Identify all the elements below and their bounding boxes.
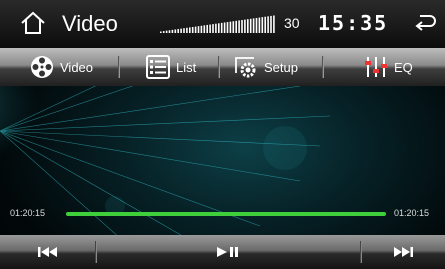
volume-bar xyxy=(162,31,165,33)
volume-bar xyxy=(238,20,240,33)
volume-bar xyxy=(226,22,229,33)
volume-level-bars[interactable] xyxy=(158,15,276,34)
volume-bar xyxy=(267,16,269,33)
previous-icon xyxy=(37,247,57,257)
playback-controls xyxy=(0,235,445,269)
menu-item-label: EQ xyxy=(394,59,413,75)
menu-divider xyxy=(322,56,323,78)
clock: 15:35 xyxy=(318,11,389,35)
elapsed-time: 01:20:15 xyxy=(10,208,46,218)
volume-bar xyxy=(249,18,252,33)
menu-item-label: List xyxy=(176,59,197,75)
volume-bar xyxy=(171,29,174,33)
menu-divider xyxy=(118,56,119,78)
volume-value: 30 xyxy=(284,15,300,31)
equalizer-icon xyxy=(365,57,387,77)
film-reel-icon xyxy=(31,56,53,78)
volume-bar xyxy=(180,28,182,33)
volume-bar xyxy=(200,25,203,33)
next-button[interactable] xyxy=(361,235,445,269)
volume-bar xyxy=(194,26,197,33)
volume-bar xyxy=(273,15,275,33)
settings-gear-icon xyxy=(235,57,256,78)
volume-bar xyxy=(215,23,217,33)
volume-bar xyxy=(218,23,220,33)
progress-fill xyxy=(66,212,386,216)
volume-bar xyxy=(261,17,264,33)
volume-bar xyxy=(186,27,188,33)
volume-bar xyxy=(177,29,179,33)
video-player-screen: Video 30 15:35 Video List Setup EQ 01:20… xyxy=(0,0,445,269)
progress-bar[interactable] xyxy=(66,212,386,216)
menu-item-label: Video xyxy=(60,59,94,75)
volume-bar xyxy=(220,22,223,33)
volume-bar xyxy=(241,20,243,33)
list-icon xyxy=(146,55,170,79)
volume-bar xyxy=(232,21,235,33)
volume-bar xyxy=(235,20,237,33)
volume-bar xyxy=(229,21,232,33)
volume-bar xyxy=(252,18,255,33)
previous-button[interactable] xyxy=(0,235,95,269)
play-pause-button[interactable] xyxy=(96,235,360,269)
volume-bar xyxy=(244,19,246,33)
page-title: Video xyxy=(62,11,118,36)
volume-bar xyxy=(255,17,258,33)
volume-bar xyxy=(168,30,171,33)
back-icon[interactable] xyxy=(414,12,436,32)
volume-bar xyxy=(191,26,194,33)
home-icon[interactable] xyxy=(20,11,46,35)
play-pause-icon xyxy=(217,247,238,257)
menu-item-label: Setup xyxy=(264,59,298,75)
volume-bar xyxy=(270,15,272,34)
volume-bar xyxy=(223,22,226,33)
volume-bar xyxy=(183,28,185,33)
volume-bar xyxy=(212,24,214,33)
title-bar: Video 30 15:35 xyxy=(0,0,445,48)
volume-bar xyxy=(165,30,168,33)
volume-bar xyxy=(209,24,211,33)
volume-bar xyxy=(174,29,177,33)
volume-bar xyxy=(160,31,162,33)
volume-bar xyxy=(203,25,206,33)
menu-bar: Video List Setup EQ xyxy=(0,48,445,86)
menu-item-list[interactable]: List xyxy=(146,48,196,86)
menu-item-eq[interactable]: EQ xyxy=(364,48,413,86)
volume-bar xyxy=(258,17,261,33)
volume-bar xyxy=(206,24,208,33)
volume-bar xyxy=(197,26,200,33)
menu-item-setup[interactable]: Setup xyxy=(234,48,298,86)
next-icon xyxy=(394,247,413,257)
total-time: 01:20:15 xyxy=(394,208,430,218)
menu-item-video[interactable]: Video xyxy=(30,48,93,86)
menu-divider xyxy=(218,56,219,78)
volume-bar xyxy=(247,19,249,33)
volume-bar xyxy=(264,16,266,33)
volume-bar xyxy=(189,27,191,33)
